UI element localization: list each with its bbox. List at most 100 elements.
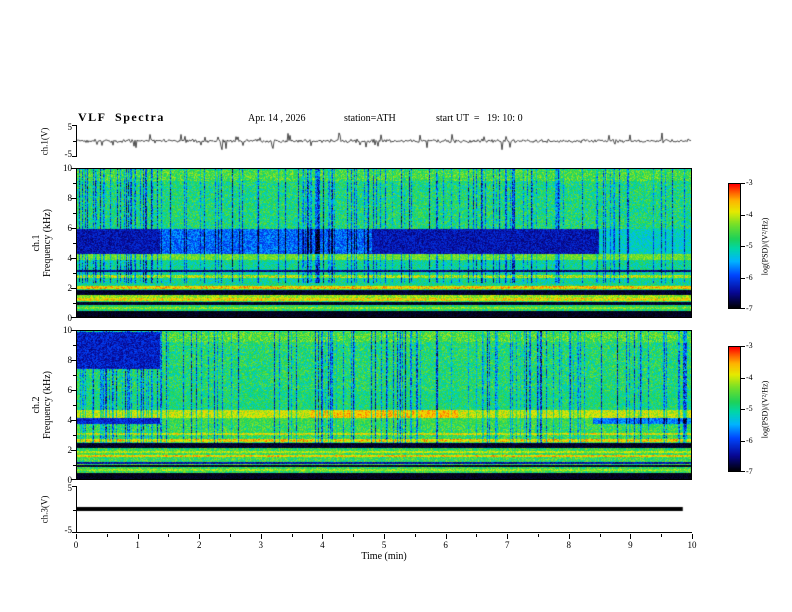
figure-start-ut: start UT = 19: 10: 0	[436, 113, 523, 124]
x-axis-tick-label: 7	[504, 540, 510, 550]
ch2-spec-y-minor-tick	[73, 405, 76, 406]
ch1-spec-ylabel: ch.1 Frequency (kHz)	[28, 168, 56, 318]
x-axis-minor-tick	[538, 534, 539, 537]
ch1-colorbar-tick-label: -5	[746, 241, 753, 250]
ch1-colorbar-label-text: log(PSD)/(V²/Hz)	[760, 217, 770, 275]
ch1-spec-y-minor-tick	[73, 273, 76, 274]
ch2-colorbar-tick-label: -5	[746, 404, 753, 413]
figure-title: VLF Spectra	[78, 110, 165, 124]
x-axis-tick	[568, 534, 570, 539]
x-axis-tick	[322, 534, 324, 539]
ch2-colorbar-tick	[741, 471, 745, 472]
x-axis-tick	[630, 534, 632, 539]
ch1-spec-y-tick-label: 8	[67, 193, 73, 203]
ch1-spec-y-tick-label: 6	[67, 223, 73, 233]
ch1-waveform-panel	[76, 125, 692, 157]
ch1-spec-y-minor-tick	[73, 183, 76, 184]
ch1-colorbar	[728, 183, 741, 309]
ch2-colorbar-tick-label: -7	[746, 467, 753, 476]
x-axis-tick	[692, 534, 693, 539]
figure-station: station=ATH	[344, 113, 396, 124]
x-axis-minor-tick	[106, 534, 108, 537]
x-axis-tick	[199, 534, 201, 539]
ch3-wave-y-tick	[72, 486, 76, 487]
ch2-spec-y-tick-label: 6	[67, 385, 73, 395]
ch2-spec-ylabel: ch.2 Frequency (kHz)	[28, 330, 56, 480]
ch1-spectrogram-panel	[76, 168, 692, 318]
ch2-spec-y-tick-label: 4	[67, 415, 73, 425]
x-axis-title: Time (min)	[361, 551, 407, 562]
ch2-spectrogram-canvas	[77, 331, 691, 479]
ch2-spec-ylabel-text: ch.2 Frequency (kHz)	[31, 371, 53, 439]
ch1-colorbar-tick	[741, 277, 745, 279]
x-axis-tick-label: 5	[381, 540, 387, 550]
ch1-spec-ylabel-line2: Frequency (kHz)	[42, 208, 53, 278]
ch3-wave-ylabel-text: ch.3(V)	[39, 495, 50, 524]
ch2-colorbar-tick-label: -6	[746, 435, 753, 445]
ch3-wave-y-tick-label: 5	[67, 483, 73, 493]
x-axis-minor-tick	[353, 534, 355, 537]
ch1-spec-y-minor-tick	[73, 213, 76, 214]
ch2-colorbar-label-text: log(PSD)/(V²/Hz)	[760, 380, 770, 438]
x-axis-minor-tick	[414, 534, 416, 537]
ch2-colorbar-canvas	[729, 347, 740, 471]
ch2-spec-ylabel-line2: Frequency (kHz)	[42, 370, 53, 440]
ch2-colorbar	[728, 346, 741, 472]
ch1-spec-y-tick-label: 0	[67, 313, 73, 323]
ch1-colorbar-tick	[741, 183, 745, 184]
x-axis-tick	[445, 534, 447, 539]
x-axis-tick-label: 6	[443, 540, 448, 550]
ch2-colorbar-tick-label: -3	[746, 341, 753, 350]
vlf-spectra-figure: VLF Spectra Apr. 14 , 2026 station=ATH s…	[0, 0, 792, 612]
x-axis-tick	[507, 534, 509, 539]
ch2-colorbar-tick	[741, 440, 745, 442]
x-axis-tick-label: 8	[566, 540, 572, 550]
ch1-colorbar-tick-label: -6	[746, 272, 753, 282]
x-axis-tick-label: 9	[628, 540, 633, 550]
x-axis-minor-tick	[476, 534, 478, 537]
ch2-spec-y-tick-label: 2	[67, 445, 73, 455]
x-axis-tick-label: 0	[73, 540, 79, 550]
ch2-spec-y-minor-tick	[73, 465, 76, 466]
ch3-wave-y-tick-label: -5	[64, 525, 73, 535]
ch3-wave-y-tick	[73, 509, 76, 511]
ch1-colorbar-tick-label: -7	[746, 304, 753, 313]
ch1-wave-y-tick-label: 5	[67, 122, 73, 132]
ch2-spec-ylabel-line1: ch.2	[31, 396, 42, 414]
ch2-spec-y-minor-tick	[73, 375, 76, 376]
ch2-colorbar-tick-label: -4	[746, 372, 753, 382]
x-axis-tick-label: 10	[687, 540, 697, 550]
x-axis-tick	[260, 534, 262, 539]
ch1-wave-y-tick	[72, 125, 76, 126]
x-axis-tick	[384, 534, 385, 539]
ch2-spectrogram-panel	[76, 330, 692, 480]
x-axis-tick-label: 3	[258, 540, 264, 550]
ch2-spec-y-tick-label: 8	[67, 355, 73, 365]
ch1-colorbar-tick-label: -3	[746, 178, 753, 187]
ch1-colorbar-tick	[741, 214, 745, 216]
ch1-wave-y-tick	[73, 141, 76, 142]
ch3-wave-y-tick	[72, 532, 76, 533]
ch2-spec-y-minor-tick	[73, 345, 76, 346]
ch1-colorbar-tick-label: -4	[746, 209, 753, 219]
ch2-colorbar-tick	[741, 346, 745, 347]
x-axis-minor-tick	[599, 534, 601, 537]
ch1-spec-y-tick-label: 10	[63, 163, 72, 173]
ch2-colorbar-tick	[741, 409, 745, 410]
ch1-spec-ylabel-line1: ch.1	[31, 234, 42, 252]
ch1-spec-y-tick-label: 4	[67, 253, 73, 263]
x-axis-tick-label: 4	[320, 540, 325, 550]
x-axis-tick	[76, 534, 77, 539]
x-axis-minor-tick	[291, 534, 293, 537]
ch2-spec-y-minor-tick	[73, 435, 76, 436]
figure-date: Apr. 14 , 2026	[248, 113, 306, 124]
ch1-colorbar-canvas	[729, 184, 740, 308]
x-axis-minor-tick	[661, 534, 663, 537]
ch1-spec-ylabel-text: ch.1 Frequency (kHz)	[31, 209, 53, 277]
ch3-waveform-panel	[76, 486, 692, 533]
ch1-wave-ylabel-text: ch.1(V)	[39, 127, 50, 155]
ch1-spec-y-minor-tick	[73, 303, 76, 304]
ch2-spec-y-tick-label: 10	[63, 325, 72, 335]
x-axis-tick	[137, 534, 139, 539]
ch1-spec-y-tick-label: 2	[67, 283, 73, 293]
